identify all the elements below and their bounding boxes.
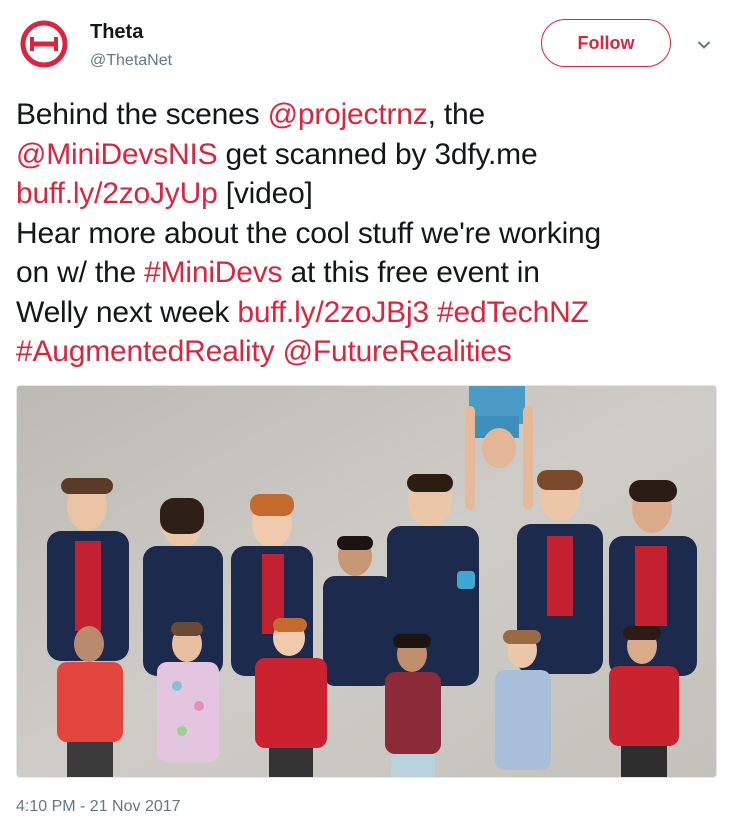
tweet-text: Behind the scenes @projectrnz, the @Mini… bbox=[16, 95, 726, 372]
text-segment: get scanned by 3dfy.me bbox=[217, 137, 538, 171]
mention-projectrnz[interactable]: @projectrnz bbox=[268, 98, 428, 131]
more-options[interactable] bbox=[692, 33, 716, 57]
tweet-line: #AugmentedReality @FutureRealities bbox=[16, 332, 726, 372]
text-segment: Welly next week bbox=[16, 295, 238, 329]
photo-illustration bbox=[17, 386, 716, 777]
chevron-down-icon bbox=[697, 41, 711, 49]
tweet-line: Behind the scenes @projectrnz, the bbox=[16, 95, 726, 135]
link-event[interactable]: buff.ly/2zoJBj3 bbox=[237, 296, 429, 329]
tweet-photo[interactable] bbox=[16, 385, 717, 778]
display-name[interactable]: Theta bbox=[90, 20, 172, 44]
text-segment: at this free event in bbox=[282, 256, 540, 289]
text-segment: on w/ the bbox=[16, 256, 145, 289]
mention-minidevsnis[interactable]: @MiniDevsNIS bbox=[16, 138, 218, 171]
tweet-line: Welly next week buff.ly/2zoJBj3 #edTechN… bbox=[16, 293, 726, 333]
tweet-timestamp[interactable]: 4:10 PM - 21 Nov 2017 bbox=[16, 796, 181, 818]
mention-futurerealities[interactable]: @FutureRealities bbox=[283, 335, 512, 368]
text-segment bbox=[274, 335, 282, 368]
hashtag-minidevs[interactable]: #MiniDevs bbox=[144, 256, 282, 289]
text-segment: Behind the scenes bbox=[16, 98, 268, 131]
text-segment: , the bbox=[427, 98, 486, 131]
follow-button[interactable]: Follow bbox=[541, 19, 671, 67]
tweet-header: Theta @ThetaNet Follow bbox=[0, 0, 736, 86]
hashtag-edtechnz[interactable]: #edTechNZ bbox=[437, 296, 589, 329]
tweet-line: on w/ the #MiniDevs at this free event i… bbox=[16, 253, 726, 293]
tweet-line: @MiniDevsNIS get scanned by 3dfy.me bbox=[16, 135, 726, 175]
text-segment: [video] bbox=[217, 177, 313, 210]
text-segment bbox=[429, 296, 437, 329]
tweet-line: Hear more about the cool stuff we're wor… bbox=[16, 214, 726, 254]
tweet-line: buff.ly/2zoJyUp [video] bbox=[16, 174, 726, 214]
link-video[interactable]: buff.ly/2zoJyUp bbox=[16, 177, 218, 210]
hashtag-augmentedreality[interactable]: #AugmentedReality bbox=[16, 335, 275, 368]
handle[interactable]: @ThetaNet bbox=[90, 50, 172, 72]
author-block[interactable]: Theta @ThetaNet bbox=[90, 20, 172, 72]
theta-logo-icon[interactable] bbox=[16, 16, 72, 72]
text-segment: Hear more about the cool stuff we're wor… bbox=[16, 216, 602, 250]
